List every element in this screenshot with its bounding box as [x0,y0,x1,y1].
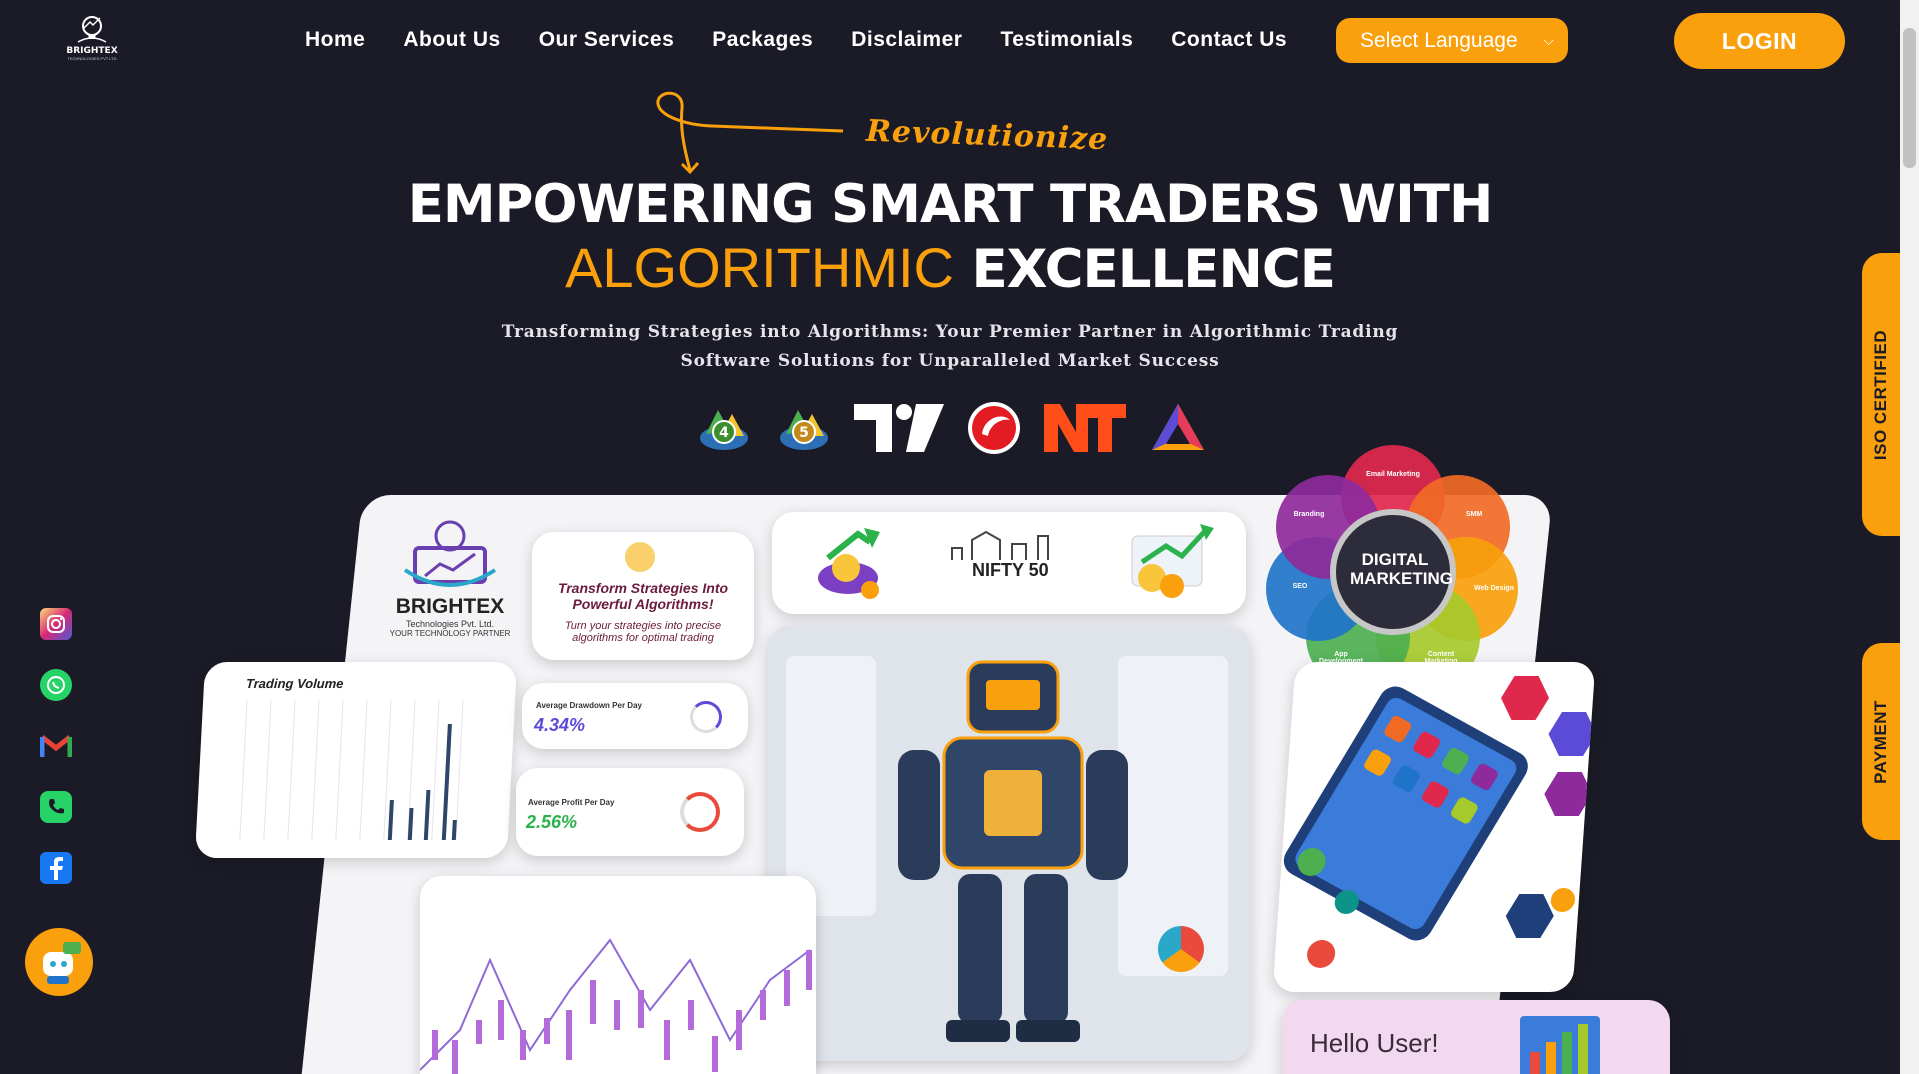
hero-headline-line2: ALGORITHMIC EXCELLENCE [0,236,1900,302]
mobile-apps-card [1272,662,1597,992]
bulb-logo-icon [77,16,107,43]
candlestick-chart [420,938,812,1074]
main-nav: Home About Us Our Services Packages Disc… [305,28,1325,52]
drawdown-card: Average Drawdown Per Day 4.34% [522,683,748,749]
nav-testimonials[interactable]: Testimonials [1000,28,1133,52]
multicharts-icon [1150,400,1206,456]
hello-user-card: Hello User! [1282,1000,1670,1074]
mt5-icon: 5 [776,400,832,456]
collage-company-name: BRIGHTEX [395,595,505,618]
hero-subheading: Transforming Strategies into Algorithms:… [501,322,1399,371]
language-select[interactable]: Select Language ⌵ [1336,18,1568,63]
robot-face-icon [625,542,655,572]
digital-marketing-wheel: DIGITAL MARKETING Email Marketing SMM We… [1258,437,1528,697]
trading-volume-title: Trading Volume [245,676,344,691]
drawdown-label: Average Drawdown Per Day [536,701,642,710]
facebook-icon[interactable] [40,852,72,884]
transform-body: Turn your strategies into precise algori… [564,620,722,644]
profit-label: Average Profit Per Day [528,798,615,807]
pie-chart-icon [1158,926,1204,972]
brightex-logo-icon [403,520,497,587]
coin-growth-icon [818,528,880,599]
nav-disclaimer[interactable]: Disclaimer [851,28,962,52]
hero-headline-rest: EXCELLENCE [971,239,1335,300]
nav-packages[interactable]: Packages [712,28,813,52]
segment-smm: SMM [1465,511,1483,518]
chatbot-button[interactable] [25,928,93,996]
trading-robot-icon [898,660,1128,1042]
trading-volume-card: Trading Volume [194,662,518,858]
nav-about-us[interactable]: About Us [403,28,500,52]
robot-panel [768,626,1250,1061]
svg-text:5: 5 [799,425,809,441]
swoosh-arrow-icon [656,91,844,175]
transform-title: Transform Strategies Into Powerful Algor… [557,580,729,612]
page: BRIGHTEX TECHNOLOGIES PVT LTD Home About… [0,0,1900,1074]
growth-chart-icon [1520,1016,1600,1074]
segment-seo: SEO [1292,583,1308,590]
profit-card: Average Profit Per Day 2.56% [516,768,744,856]
phone-icon[interactable] [40,791,72,823]
profit-ring-icon [680,792,720,832]
platform-icons: 4 5 [0,400,1900,456]
drawdown-ring-icon [690,701,722,733]
chatbot-robot-icon [43,942,81,984]
coins-chart-icon [1131,524,1214,598]
logo-name: BRIGHTEX [66,46,118,56]
login-button[interactable]: LOGIN [1674,13,1845,69]
digital-marketing-title: DIGITAL MARKETING [1350,550,1453,588]
candlestick-card [420,876,816,1074]
page-scrollbar-thumb[interactable] [1903,28,1916,168]
segment-branding: Branding [1293,511,1325,518]
hello-user-text: Hello User! [1310,1028,1439,1058]
ninjatrader-icon [1042,400,1128,456]
mt4-icon: 4 [696,400,752,456]
svg-text:4: 4 [719,425,729,441]
collage-company-sub: Technologies Pvt. Ltd. [405,619,495,629]
transform-card: Transform Strategies Into Powerful Algor… [532,532,754,660]
mobile-apps-illustration [1283,676,1597,968]
instagram-icon[interactable] [40,608,72,640]
gmail-icon[interactable] [40,730,72,762]
market-strip-card: NIFTY 50 [772,512,1246,614]
segment-email-marketing: Email Marketing [1366,471,1420,478]
payment-tab[interactable]: PAYMENT [1862,643,1900,840]
collage-company-tagline: YOUR TECHNOLOGY PARTNER [389,629,511,638]
trading-volume-chart [239,700,464,840]
hero-headline-highlight: ALGORITHMIC [565,236,954,299]
profit-value: 2.56% [526,812,578,832]
iso-certified-tab[interactable]: ISO CERTIFIED [1862,253,1900,536]
payment-label: PAYMENT [1871,699,1891,784]
chevron-down-icon: ⌵ [1543,32,1554,48]
nav-contact-us[interactable]: Contact Us [1171,28,1287,52]
logo-tagline: TECHNOLOGIES PVT LTD [67,56,117,61]
nav-our-services[interactable]: Our Services [539,28,675,52]
iso-certified-label: ISO CERTIFIED [1871,329,1891,460]
whatsapp-icon[interactable] [40,669,72,701]
amibroker-icon [966,400,1022,456]
nifty-skyline-icon [951,530,1049,560]
collage-brand-card: BRIGHTEX Technologies Pvt. Ltd. YOUR TEC… [385,510,515,650]
hero-headline-line1: EMPOWERING SMART TRADERS WITH [407,174,1494,235]
language-select-value: Select Language [1360,28,1518,52]
tradingview-icon [852,400,946,456]
drawdown-value: 4.34% [534,715,586,735]
brand-logo[interactable]: BRIGHTEX TECHNOLOGIES PVT LTD [66,12,118,70]
segment-web-design: Web Design [1474,585,1514,592]
hero-script-word: Revolutionize [865,113,1109,158]
nav-home[interactable]: Home [305,28,365,52]
